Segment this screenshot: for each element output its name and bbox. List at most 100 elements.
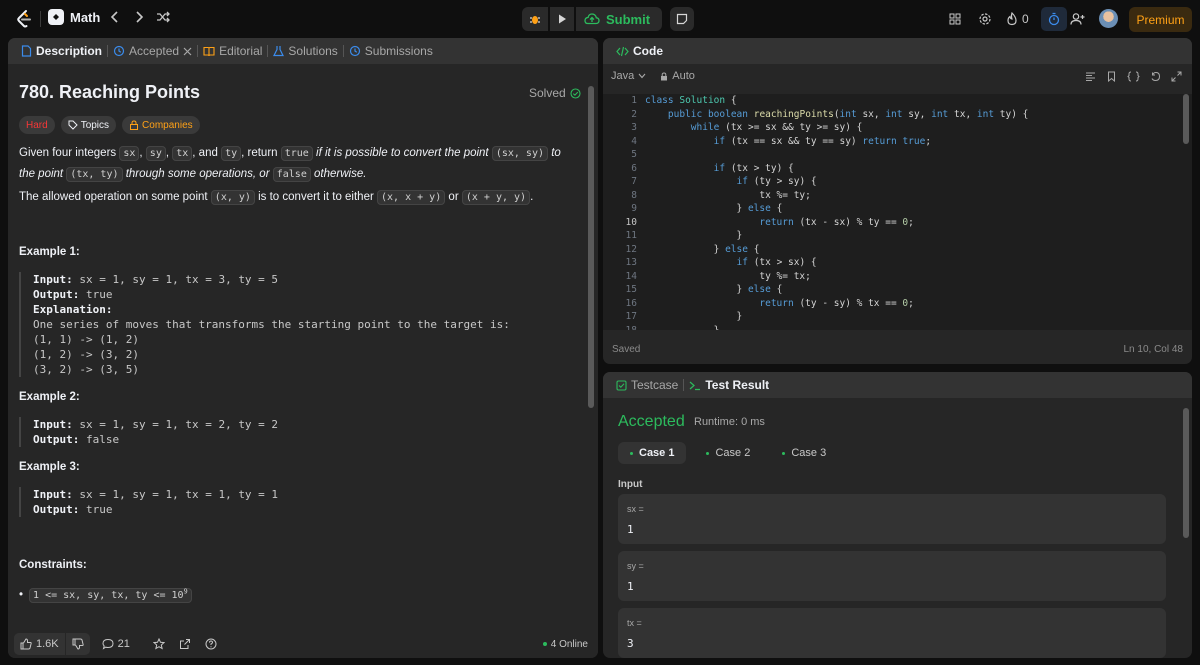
companies-label: Companies [142, 119, 193, 131]
add-friend-icon[interactable] [1070, 8, 1085, 30]
layout-icon[interactable] [949, 8, 961, 30]
streak-counter[interactable]: 0 [1006, 8, 1029, 30]
code-panel: Code Java Auto 1 2 3 4 5 6 7 8 9 10 11 1… [603, 38, 1192, 364]
notes-button[interactable] [670, 7, 695, 31]
explanation-line: (3, 2) -> (3, 5) [33, 363, 139, 376]
tab-accepted[interactable]: Accepted [108, 44, 197, 58]
run-button[interactable] [550, 7, 574, 31]
settings-gear-icon[interactable] [978, 8, 992, 30]
tab-editorial[interactable]: Editorial [198, 44, 267, 58]
constraint-item: • 1 <= sx, sy, tx, ty <= 109 [19, 582, 579, 606]
format-icon[interactable] [1085, 71, 1096, 82]
inline-code: false [272, 167, 311, 182]
online-indicator: 4 Online [542, 639, 588, 650]
code-editor[interactable]: 1 2 3 4 5 6 7 8 9 10 11 12 13 14 15 16 1… [603, 94, 1192, 330]
tab-code[interactable]: Code [611, 44, 668, 58]
help-icon[interactable] [205, 638, 217, 650]
submit-button[interactable]: Submit [576, 7, 663, 31]
problem-list-label: Math [70, 9, 101, 25]
description-scrollbar[interactable] [588, 86, 594, 408]
language-select[interactable]: Java [611, 70, 646, 82]
save-status: Saved [612, 344, 641, 355]
leetcode-logo[interactable] [14, 9, 34, 29]
case-label: Case 3 [791, 447, 827, 459]
line-number: 11 [625, 230, 637, 241]
output-label: Output: [33, 503, 80, 516]
shuffle-icon[interactable] [156, 10, 170, 27]
mode-indicator[interactable]: Auto [660, 70, 695, 82]
comments-button[interactable]: 21 [102, 638, 130, 650]
line-number: 4 [631, 135, 637, 147]
bullet: • [19, 589, 24, 602]
checkbox-icon [616, 379, 627, 391]
variable-name: sy = [627, 561, 644, 571]
case-label: Case 2 [715, 447, 751, 459]
line-number: 10 [625, 216, 637, 228]
description-tabs: Description Accepted Editorial Solutions… [8, 38, 598, 64]
user-avatar[interactable] [1099, 9, 1118, 28]
timer-button[interactable] [1041, 7, 1067, 31]
code-brackets-icon [616, 46, 629, 56]
companies-tag[interactable]: Companies [122, 116, 200, 134]
tab-description[interactable]: Description [16, 44, 107, 58]
explanation-label: Explanation: [33, 303, 113, 316]
case-tab[interactable]: Case 1 [618, 442, 687, 464]
statement-text: . [530, 191, 534, 203]
like-button[interactable]: 1.6K [14, 633, 65, 655]
like-count: 1.6K [36, 638, 59, 650]
braces-icon[interactable] [1127, 71, 1140, 82]
tab-submissions[interactable]: Submissions [344, 44, 438, 58]
comment-count: 21 [117, 638, 130, 650]
tab-solutions[interactable]: Solutions [268, 44, 342, 58]
topics-tag[interactable]: Topics [60, 116, 117, 134]
statement-text: The allowed operation on some point [19, 191, 211, 203]
code-content[interactable]: class Solution { public boolean reaching… [645, 94, 1028, 330]
premium-button[interactable]: Premium [1129, 7, 1192, 32]
close-icon[interactable] [183, 47, 192, 56]
inline-code: (x, x + y) [377, 190, 446, 205]
next-problem-icon[interactable] [134, 10, 144, 27]
prev-problem-icon[interactable] [110, 10, 120, 27]
solved-label: Solved [529, 86, 566, 100]
bug-icon [530, 16, 540, 24]
line-number: 9 [631, 203, 637, 214]
case-tab[interactable]: Case 2 [694, 442, 762, 464]
dislike-button[interactable] [65, 633, 90, 655]
bookmark-icon[interactable] [1106, 71, 1117, 82]
constraint-exponent: 9 [183, 588, 188, 596]
tab-testcase[interactable]: Testcase [611, 378, 683, 392]
line-number: 12 [625, 243, 637, 255]
tab-test-result[interactable]: Test Result [684, 378, 774, 392]
editor-scrollbar[interactable] [1183, 94, 1189, 144]
case-tab[interactable]: Case 3 [770, 442, 838, 464]
share-icon[interactable] [179, 638, 191, 650]
problem-list-button[interactable]: Math [48, 9, 100, 25]
line-number: 5 [631, 149, 637, 160]
online-dot [542, 642, 547, 646]
statement-text: Given four integers [19, 147, 120, 159]
line-number: 2 [631, 108, 637, 120]
line-number: 16 [625, 297, 637, 309]
tab-editorial-label: Editorial [219, 44, 263, 58]
tab-description-label: Description [36, 44, 103, 58]
constraint-code: 1 <= sx, sy, tx, ty <= 109 [29, 588, 192, 604]
tab-test-result-label: Test Result [705, 378, 770, 392]
favorite-star-icon[interactable] [152, 638, 165, 650]
pass-dot [706, 451, 710, 455]
streak-count: 0 [1022, 12, 1029, 26]
result-scrollbar[interactable] [1183, 408, 1189, 538]
debug-button[interactable] [522, 7, 548, 31]
test-result-panel: Testcase Test Result Accepted Runtime: 0… [603, 372, 1192, 658]
input-label: Input: [33, 488, 73, 501]
description-panel: Description Accepted Editorial Solutions… [8, 38, 598, 658]
editor-actions [1085, 71, 1182, 82]
example-input: sx = 1, sy = 1, tx = 1, ty = 1 [72, 488, 279, 501]
pass-dot [782, 451, 786, 455]
expand-icon[interactable] [1171, 71, 1182, 82]
pass-dot [630, 451, 633, 455]
reset-icon[interactable] [1150, 71, 1161, 82]
example-2-title: Example 2: [19, 391, 80, 403]
variable-name: sx = [627, 504, 644, 514]
example-1-title: Example 1: [19, 246, 80, 258]
inline-code: tx [172, 146, 193, 161]
